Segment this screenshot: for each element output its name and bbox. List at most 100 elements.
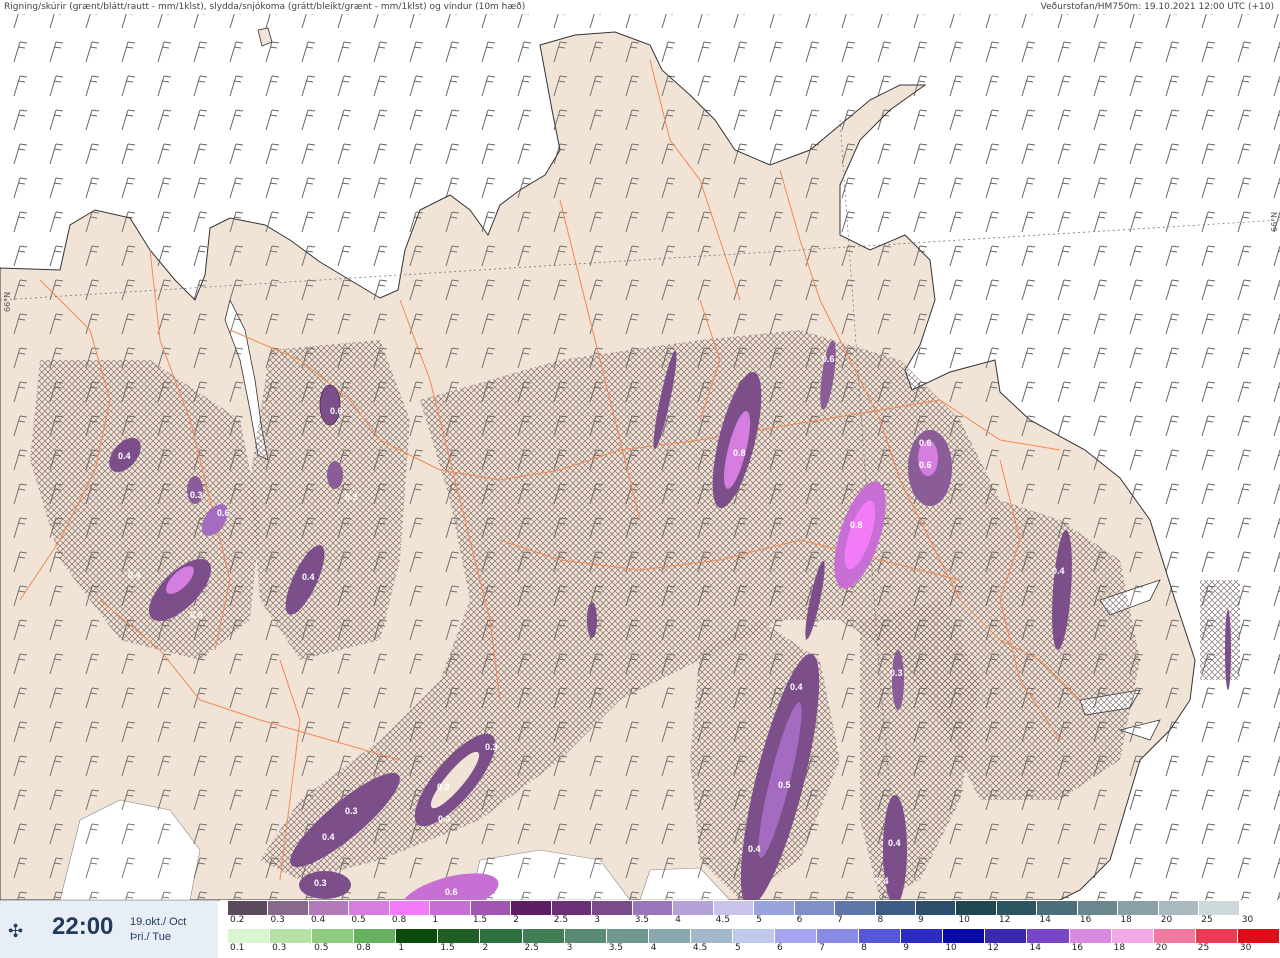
forecast-weekday: Þri./ Tue	[130, 931, 171, 943]
snow-legend-swatch	[915, 901, 957, 915]
rain-legend-label: 6	[777, 943, 783, 953]
snow-legend-swatch	[835, 901, 876, 915]
value-label: 0.8	[733, 448, 746, 458]
rain-legend-label: 9	[903, 943, 909, 953]
snow-legend-label: 2	[513, 915, 520, 925]
snow-legend-swatch	[592, 901, 633, 915]
rain-legend-label: 3	[566, 943, 573, 953]
value-label: 0.6	[919, 460, 932, 470]
rain-legend-swatch	[817, 929, 860, 943]
snow-legend-swatch	[1118, 901, 1159, 915]
rain-legend-label: 3.5	[608, 943, 624, 953]
snow-legend-label: 0.3	[270, 915, 285, 925]
snow-legend-swatch	[430, 901, 471, 915]
rain-legend-swatch	[901, 929, 944, 943]
snow-cell	[319, 384, 341, 426]
sparkle-icon: ✣	[8, 921, 24, 941]
snow-cell	[327, 461, 343, 489]
rain-legend-swatch	[480, 929, 523, 943]
value-label: 0.6	[330, 406, 343, 416]
value-label: 0.6	[822, 354, 835, 364]
snow-legend-swatch	[754, 901, 795, 915]
rain-legend-swatch	[1237, 929, 1280, 943]
snow-legend-swatch	[1158, 901, 1200, 915]
rain-legend-label: 10	[945, 943, 957, 953]
rain-legend-label: 14	[1029, 943, 1041, 953]
snow-legend-swatch	[511, 901, 552, 915]
rain-legend-swatch	[775, 929, 818, 943]
snow-legend-label: 9	[917, 915, 924, 925]
rain-legend-label: 4	[650, 943, 657, 953]
rain-legend-label: 25	[1197, 943, 1210, 953]
value-label: 0.4	[118, 451, 131, 461]
rain-legend-swatch	[690, 929, 733, 943]
rain-legend-swatch	[396, 929, 439, 943]
rain-legend-label: 0.8	[356, 943, 371, 953]
value-label: 0.4	[1052, 566, 1065, 576]
map-source: Veðurstofan/HM750m: 19.10.2021 12:00 UTC…	[1040, 2, 1274, 12]
value-label: 0.4	[790, 682, 803, 692]
snow-legend-labels: 0.2 0.3 0.4 0.5 0.8 1 1.5 2 2.5 3 3.5 4 4.5 5 6 7 8 9 10 12…	[228, 915, 1280, 927]
rain-legend-label: 12	[987, 943, 999, 953]
value-label: 0.5	[778, 780, 791, 790]
snow-legend-swatch	[551, 901, 593, 915]
snow-legend-label: 6	[796, 915, 803, 925]
rain-legend-swatch	[564, 929, 607, 943]
weather-map: 0.6 0.4 0.3 0.6 0.4 0.5 0.4 0.3 0.6 0.8 …	[0, 0, 1280, 958]
value-label: 0.5	[190, 610, 203, 620]
time-panel: ✣ 22:00 19.okt./ Oct Þri./ Tue	[0, 900, 218, 958]
snow-legend-swatch	[956, 901, 997, 915]
value-label: 0.3	[437, 782, 450, 792]
rain-legend-label: 16	[1071, 943, 1084, 953]
snow-legend-label: 5	[756, 915, 762, 925]
snow-legend-swatch	[1199, 901, 1240, 915]
snow-legend-label: 1.5	[472, 915, 488, 925]
snow-legend-swatch	[632, 901, 674, 915]
snow-legend-swatch	[1037, 901, 1078, 915]
snow-legend-swatch	[470, 901, 512, 915]
rain-legend-label: 1	[398, 943, 405, 953]
rain-legend-swatch	[354, 929, 397, 943]
snow-legend-label: 3	[594, 915, 600, 925]
snow-legend-swatch	[713, 901, 755, 915]
snow-legend-swatch	[389, 901, 431, 915]
value-label: 0.3	[314, 878, 327, 888]
rain-legend-bar	[228, 929, 1280, 943]
rain-legend-label: 18	[1113, 943, 1126, 953]
rain-legend-label: 4.5	[692, 943, 708, 953]
value-label: 0.3	[345, 806, 358, 816]
rain-legend-swatch	[1069, 929, 1112, 943]
snow-cell	[1225, 610, 1231, 690]
rain-legend-label: 30	[1239, 943, 1252, 953]
rain-legend-swatch	[1153, 929, 1196, 943]
snow-legend-swatch	[308, 901, 350, 915]
rain-legend-swatch	[732, 929, 776, 943]
value-label: 0.4	[128, 570, 141, 580]
rain-legend-labels: 0.1 0.3 0.5 0.8 1 1.5 2 2.5 3 3.5 4 4.5 5 6 7 8 9 10 12 14 1…	[228, 943, 1280, 955]
snow-legend-label: 7	[837, 915, 843, 925]
snow-legend-label: 0.5	[351, 915, 366, 925]
snow-legend-label: 4	[675, 915, 681, 925]
value-label: 0.4	[438, 814, 451, 824]
value-label: 0.6	[217, 508, 230, 518]
snow-legend-swatch	[996, 901, 1038, 915]
snow-legend-swatch	[268, 901, 309, 915]
snow-legend-label: 12	[998, 915, 1011, 925]
snow-legend-swatch	[673, 901, 714, 915]
snow-legend-label: 0.8	[391, 915, 407, 925]
rain-legend-swatch	[522, 929, 565, 943]
value-label: 0.4	[302, 572, 315, 582]
value-label: 0.4	[888, 838, 901, 848]
snow-legend-label: 14	[1039, 915, 1051, 925]
rain-legend-swatch	[270, 929, 313, 943]
value-label: 0.6	[919, 438, 932, 448]
rain-legend-label: 0.3	[272, 943, 287, 953]
snow-legend-label: 18	[1120, 915, 1132, 925]
snow-legend-label: 2.5	[553, 915, 569, 925]
snow-legend-swatch	[1239, 901, 1280, 915]
snow-legend-label: 30	[1241, 915, 1254, 925]
snow-cell	[587, 602, 597, 638]
rain-legend-swatch	[312, 929, 355, 943]
rain-legend-swatch	[943, 929, 986, 943]
snow-cell	[892, 650, 904, 710]
